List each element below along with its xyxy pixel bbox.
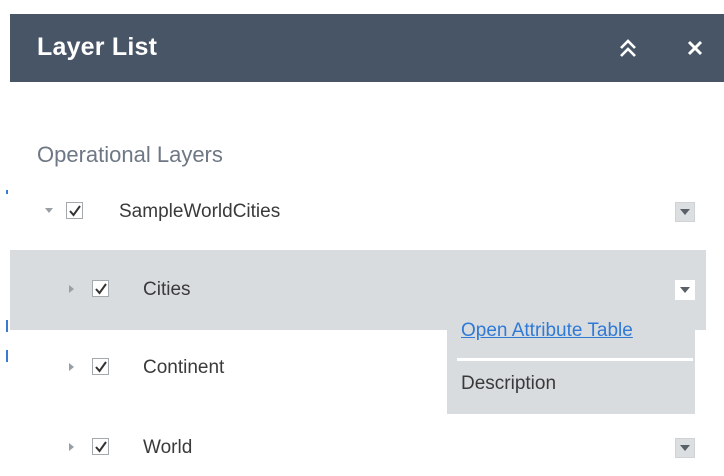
layer-checkbox[interactable] (66, 202, 83, 219)
layer-checkbox[interactable] (92, 358, 109, 375)
caret-down-icon[interactable] (44, 206, 54, 216)
caret-right-icon[interactable] (67, 362, 77, 372)
caret-right-icon[interactable] (67, 284, 77, 294)
layer-label: World (143, 437, 193, 458)
layer-context-menu: Open Attribute Table Description (447, 306, 695, 414)
layer-list-panel: Layer List Operational Layers SampleWorl… (10, 14, 724, 476)
caret-right-icon[interactable] (67, 442, 77, 452)
panel-title: Layer List (37, 33, 158, 61)
panel-title-bar: Layer List (10, 14, 724, 82)
description-menu-item[interactable]: Description (461, 373, 556, 395)
double-chevron-up-icon[interactable] (618, 37, 638, 59)
background-marks (0, 0, 10, 476)
layer-menu-button[interactable] (675, 280, 695, 300)
layer-checkbox[interactable] (92, 438, 109, 455)
layer-label: SampleWorldCities (119, 201, 281, 222)
layer-menu-button[interactable] (675, 438, 695, 458)
layer-menu-button[interactable] (675, 202, 695, 222)
menu-divider (457, 358, 693, 361)
open-attribute-table-link[interactable]: Open Attribute Table (461, 320, 633, 342)
layer-row-sampleworldcities[interactable]: SampleWorldCities (10, 192, 706, 232)
layer-checkbox[interactable] (92, 280, 109, 297)
layer-label: Continent (143, 357, 225, 378)
layer-label: Cities (143, 279, 191, 300)
close-icon[interactable] (685, 38, 705, 58)
layer-row-world[interactable]: World (10, 428, 706, 468)
section-title: Operational Layers (37, 142, 223, 167)
